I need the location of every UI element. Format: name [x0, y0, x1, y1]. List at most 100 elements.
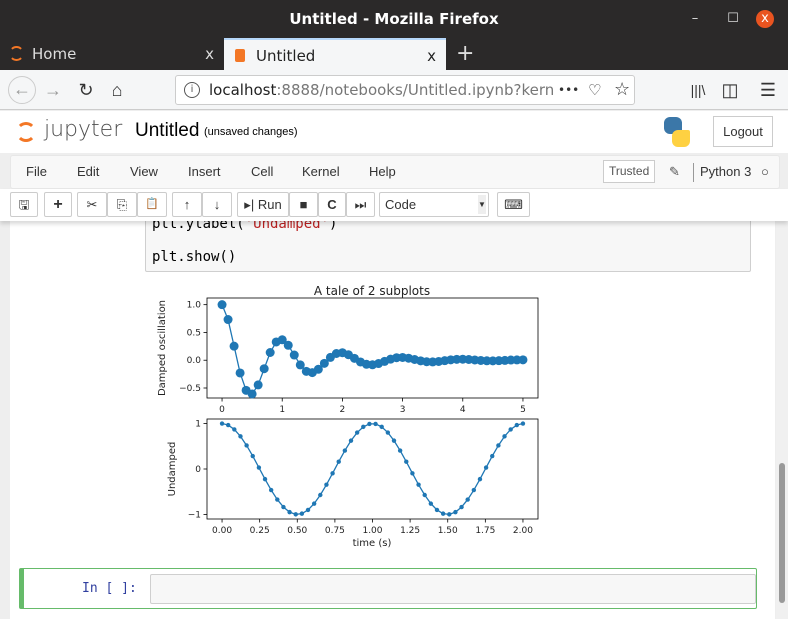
- data-point: [283, 340, 293, 350]
- data-point: [496, 443, 501, 448]
- save-icon[interactable]: 🖫: [10, 192, 38, 217]
- library-icon[interactable]: |||\: [686, 78, 710, 102]
- divider: [693, 163, 694, 182]
- jupyter-logo-icon[interactable]: [14, 118, 38, 146]
- data-point: [244, 443, 249, 448]
- chart-title: A tale of 2 subplots: [314, 284, 430, 298]
- menu-file[interactable]: File: [26, 156, 47, 188]
- minimize-button[interactable]: –: [686, 10, 704, 28]
- pocket-icon[interactable]: ♡: [588, 76, 601, 104]
- input-prompt: In [ ]:: [82, 581, 137, 596]
- data-point: [342, 448, 348, 453]
- add-cell-icon[interactable]: +: [44, 192, 72, 217]
- x-tick-label: 4: [460, 405, 466, 415]
- data-point: [250, 453, 255, 459]
- menu-cell[interactable]: Cell: [251, 156, 273, 188]
- tab-bar: Home x Untitled x +: [0, 38, 788, 70]
- data-point: [265, 348, 275, 357]
- x-tick-label: 1.25: [400, 526, 420, 536]
- edit-mode-icon: ✎: [669, 164, 680, 179]
- close-tab-icon[interactable]: x: [205, 38, 214, 70]
- data-point: [223, 315, 233, 325]
- menu-kernel[interactable]: Kernel: [302, 156, 340, 188]
- tab-untitled[interactable]: Untitled x: [224, 38, 446, 70]
- scrollbar-thumb[interactable]: [779, 463, 785, 603]
- data-point: [428, 501, 434, 506]
- data-point: [299, 511, 305, 516]
- sidebar-icon[interactable]: ◫: [718, 78, 742, 102]
- y-tick-label: 0: [195, 465, 201, 475]
- back-button[interactable]: ←: [8, 76, 36, 104]
- menu-view[interactable]: View: [130, 156, 158, 188]
- data-point: [465, 497, 470, 502]
- x-tick-label: 5: [520, 405, 526, 415]
- data-point: [447, 512, 452, 517]
- bookmark-star-icon[interactable]: ☆: [614, 76, 630, 104]
- data-point: [385, 430, 391, 435]
- x-tick-label: 1: [279, 405, 285, 415]
- new-tab-button[interactable]: +: [456, 38, 474, 70]
- bottom-ylabel: Undamped: [167, 442, 178, 497]
- data-point: [348, 438, 354, 443]
- data-point: [391, 438, 397, 443]
- data-point: [434, 507, 440, 513]
- data-point: [354, 430, 360, 435]
- run-button[interactable]: ▸| Run: [237, 192, 289, 217]
- jupyter-header: jupyter Untitled (unsaved changes) Logou…: [0, 111, 788, 153]
- bottom-xlabel: time (s): [353, 538, 392, 549]
- menu-help[interactable]: Help: [369, 156, 396, 188]
- maximize-button[interactable]: ☐: [724, 10, 742, 28]
- move-up-icon[interactable]: ↑: [172, 192, 202, 217]
- data-point: [219, 421, 225, 426]
- data-point: [311, 501, 317, 506]
- x-tick-label: 1.75: [475, 526, 495, 536]
- data-point: [289, 350, 299, 360]
- move-down-icon[interactable]: ↓: [202, 192, 232, 217]
- hamburger-menu-icon[interactable]: ☰: [756, 78, 780, 102]
- logout-button[interactable]: Logout: [713, 116, 773, 147]
- y-tick-label: 0.5: [187, 328, 201, 338]
- close-tab-icon[interactable]: x: [427, 40, 436, 72]
- trusted-badge[interactable]: Trusted: [603, 160, 656, 183]
- notebook-menubar: File Edit View Insert Cell Kernel Help T…: [10, 155, 780, 189]
- code-line: plt.ylabel('Undamped'): [152, 221, 338, 232]
- data-point: [275, 497, 280, 502]
- menu-edit[interactable]: Edit: [77, 156, 99, 188]
- cut-icon[interactable]: ✂: [77, 192, 107, 217]
- data-point: [281, 504, 286, 510]
- paste-icon[interactable]: 📋: [137, 192, 167, 217]
- code-cell-input[interactable]: [150, 574, 756, 604]
- data-point: [235, 368, 245, 378]
- home-button[interactable]: ⌂: [105, 78, 129, 102]
- data-point: [397, 448, 403, 453]
- info-icon[interactable]: i: [184, 82, 200, 98]
- navigation-bar: ← → ↻ ⌂ i localhost:8888/notebooks/Untit…: [0, 70, 788, 110]
- url-bar[interactable]: i localhost:8888/notebooks/Untitled.ipyn…: [175, 75, 635, 105]
- jupyter-favicon-icon: [9, 46, 24, 61]
- forward-button[interactable]: →: [41, 78, 65, 102]
- data-point: [287, 509, 292, 515]
- data-point: [502, 434, 507, 439]
- data-point: [514, 422, 520, 428]
- data-point: [477, 476, 483, 482]
- data-point: [361, 424, 366, 430]
- copy-icon[interactable]: ⎘: [107, 192, 137, 217]
- notebook-favicon-icon: [235, 49, 245, 62]
- cell-type-select[interactable]: Code ▼: [379, 192, 489, 217]
- keyboard-icon[interactable]: ⌨: [497, 192, 530, 217]
- tab-home[interactable]: Home x: [0, 38, 224, 70]
- reload-button[interactable]: ↻: [74, 78, 98, 102]
- x-tick-label: 0.25: [250, 526, 270, 536]
- fast-forward-icon[interactable]: ⏭: [346, 192, 375, 217]
- notebook-name[interactable]: Untitled: [135, 120, 199, 142]
- code-cell-editor[interactable]: plt.ylabel('Undamped') plt.show(): [145, 221, 751, 272]
- url-text[interactable]: localhost:8888/notebooks/Untitled.ipynb?…: [209, 76, 554, 104]
- restart-icon[interactable]: C: [318, 192, 346, 217]
- tab-label: Home: [32, 45, 77, 63]
- stop-icon[interactable]: ■: [289, 192, 318, 217]
- selected-code-cell[interactable]: In [ ]:: [19, 568, 757, 609]
- menu-insert[interactable]: Insert: [188, 156, 221, 188]
- page-actions-icon[interactable]: •••: [558, 76, 579, 104]
- close-window-button[interactable]: x: [756, 10, 774, 28]
- data-point: [293, 512, 298, 517]
